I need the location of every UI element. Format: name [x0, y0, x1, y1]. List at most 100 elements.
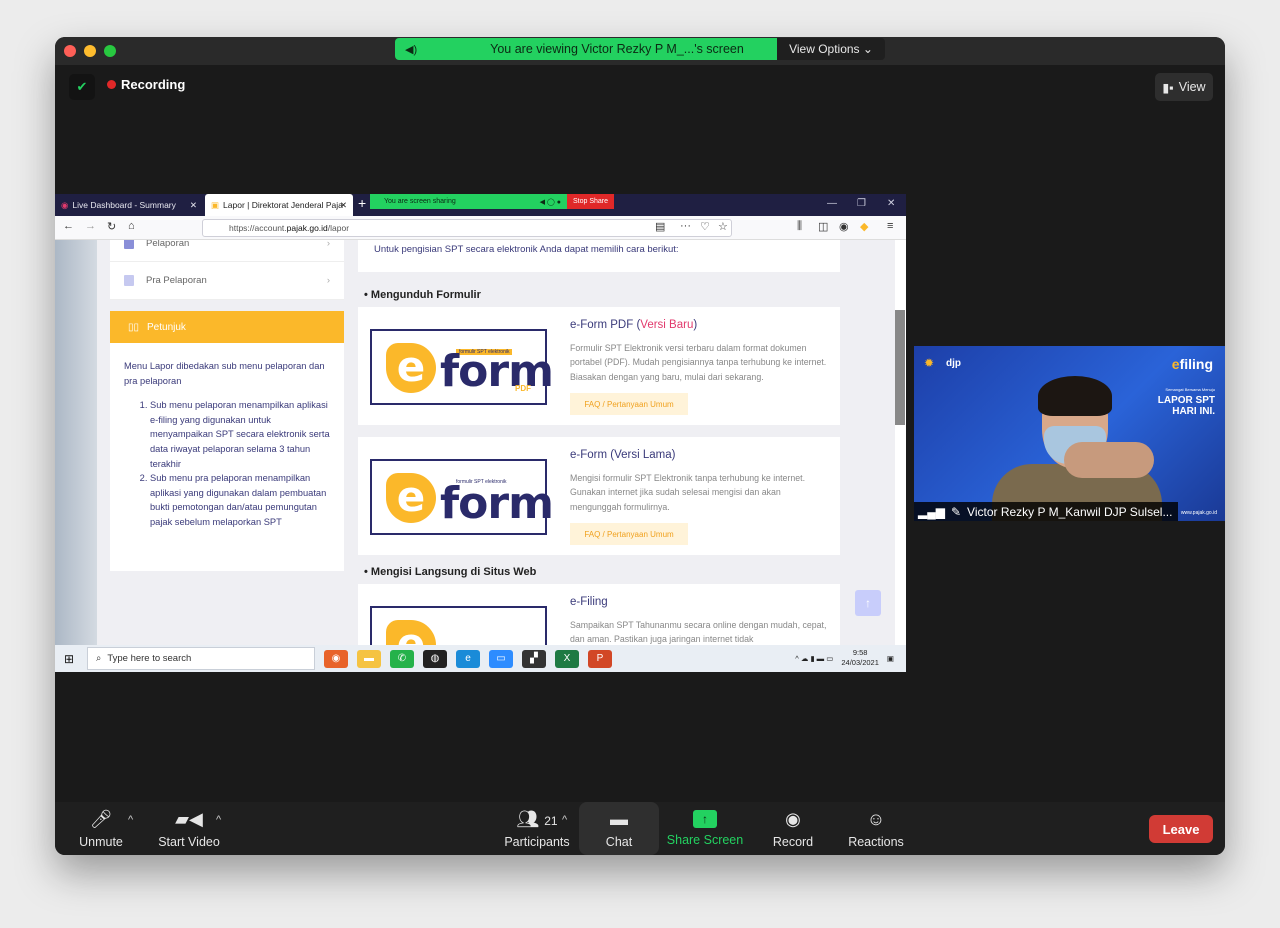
efiling-logo: e	[370, 606, 547, 645]
view-options-button[interactable]: View Options ⌄	[777, 38, 885, 60]
url-bar[interactable]: https://account. pajak.go.id/lapor	[202, 219, 732, 237]
tab-lapor[interactable]: ▣ Lapor | Direktorat Jenderal Paja ✕	[205, 194, 353, 216]
card-title[interactable]: e-Form PDF (Versi Baru)	[570, 319, 697, 331]
minimize-window-button[interactable]	[84, 45, 96, 57]
card-title[interactable]: e-Form (Versi Lama)	[570, 449, 675, 461]
clock-date: 24/03/2021	[841, 658, 879, 667]
reactions-label: Reactions	[848, 835, 904, 849]
excel-icon[interactable]: X	[555, 649, 579, 668]
close-icon[interactable]: ✕	[887, 198, 895, 209]
taskbar-search[interactable]: ⌕ Type here to search	[87, 647, 315, 670]
faq-button[interactable]: FAQ / Pertanyaan Umum	[570, 523, 688, 545]
forward-icon[interactable]: →	[85, 220, 96, 232]
minimize-icon[interactable]: —	[827, 198, 837, 209]
muted-microphone-icon: 🎤︎	[89, 809, 113, 829]
eform-lama-card: e formulir SPT elektronik form e-Form (V…	[358, 437, 840, 555]
menu-icon[interactable]: ≡	[887, 220, 893, 232]
logo-word: form	[440, 346, 554, 397]
edge-icon[interactable]: e	[456, 649, 480, 668]
efiling-logo: efiling	[1172, 356, 1213, 372]
more-icon[interactable]: ···	[680, 220, 691, 232]
library-icon[interactable]: ⫼	[797, 220, 802, 233]
leave-button[interactable]: Leave	[1149, 815, 1213, 843]
security-shield-icon[interactable]: ✔	[69, 74, 95, 100]
faq-button[interactable]: FAQ / Pertanyaan Umum	[570, 393, 688, 415]
shared-screen: ◉ Live Dashboard - Summary ✕ ▣ Lapor | D…	[55, 194, 906, 672]
share-screen-button[interactable]: ↑ Share Screen	[665, 802, 745, 855]
pocket-icon[interactable]: ♡	[700, 220, 710, 233]
video-off-icon: ▰◀	[175, 809, 203, 829]
file-explorer-icon[interactable]: ▬	[357, 649, 381, 668]
zoom-icon[interactable]: ▭	[489, 649, 513, 668]
participants-button[interactable]: 👥︎ 21 Participants	[489, 802, 585, 855]
card-description: Sampaikan SPT Tahunanmu secara online de…	[570, 620, 827, 645]
close-tab-icon[interactable]: ✕	[340, 200, 347, 211]
scrollbar-thumb[interactable]	[895, 310, 905, 425]
firefox-icon[interactable]: ◉	[324, 649, 348, 668]
efiling-card: e e-Filing Sampaikan SPT Tahunanmu secar…	[358, 584, 840, 645]
system-tray: ^ ☁ ▮ ▬ ▭ 9:58 24/03/2021 ▣	[795, 648, 894, 668]
sharing-controls-icon[interactable]: ◀︎ ◯ ●	[540, 198, 561, 206]
title-end: )	[693, 319, 698, 331]
powerpoint-icon[interactable]: P	[588, 649, 612, 668]
participant-video[interactable]: ✹ djp efiling Semangat Bersama Menuju LA…	[914, 346, 1225, 521]
app-icon[interactable]: ▞	[522, 649, 546, 668]
meeting-toolbar: 🎤︎ Unmute ^ ▰◀ Start Video ^ 👥︎ 21 Parti…	[55, 802, 1225, 855]
sidebar-icon[interactable]: ◫	[818, 220, 828, 233]
lapor-sidebar-menu: Pelaporan › Pra Pelaporan ›	[110, 240, 344, 300]
chat-button[interactable]: ▬ Chat	[579, 802, 659, 855]
record-dot-icon	[107, 80, 116, 89]
notification-icon[interactable]: ▣	[887, 654, 894, 663]
chevron-right-icon: ›	[326, 240, 330, 249]
card-title[interactable]: e-Filing	[570, 596, 608, 608]
back-icon[interactable]: ←	[63, 220, 74, 232]
tab-favicon-icon: ▣	[211, 199, 220, 210]
close-window-button[interactable]	[64, 45, 76, 57]
scroll-to-top-button[interactable]: ↑	[855, 590, 881, 616]
reload-icon[interactable]: ↻	[107, 220, 116, 233]
chevron-up-icon[interactable]: ^	[128, 814, 133, 826]
page-scrollbar[interactable]	[895, 240, 906, 645]
extension-icon[interactable]: ◆	[860, 220, 868, 233]
efiling-text: filing	[1179, 356, 1213, 372]
tab-live-dashboard[interactable]: ◉ Live Dashboard - Summary ✕	[55, 194, 203, 216]
intro-card: Untuk pengisian SPT secara elektronik An…	[358, 240, 840, 272]
restore-icon[interactable]: ❐	[857, 198, 866, 209]
home-icon[interactable]: ⌂	[128, 220, 135, 232]
viewing-banner-text: You are viewing Victor Rezky P M_...'s s…	[490, 42, 744, 56]
participants-label: Participants	[504, 835, 570, 849]
new-tab-icon[interactable]: +	[358, 195, 366, 211]
search-icon: ⌕	[96, 653, 102, 664]
tagline-small: Semangat Bersama Menuju	[1165, 387, 1215, 392]
record-icon: ◉	[785, 809, 801, 829]
sidebar-item-pra-pelaporan[interactable]: Pra Pelaporan ›	[110, 262, 344, 300]
zoom-window: ◀︎) You are viewing Victor Rezky P M_...…	[55, 37, 1225, 855]
clock[interactable]: 9:58 24/03/2021	[841, 648, 879, 668]
chevron-up-icon[interactable]: ^	[216, 814, 221, 826]
sidebar-item-label: Pelaporan	[146, 240, 190, 249]
reactions-button[interactable]: ☺ Reactions	[843, 802, 909, 855]
bookmark-star-icon[interactable]: ☆	[718, 220, 728, 233]
account-icon[interactable]: ◉	[839, 220, 849, 233]
windows-start-icon[interactable]: ⊞	[55, 652, 83, 666]
whatsapp-icon[interactable]: ✆	[390, 649, 414, 668]
close-tab-icon[interactable]: ✕	[190, 200, 197, 211]
chevron-up-icon[interactable]: ^	[562, 814, 567, 826]
petunjuk-body: Menu Lapor dibedakan sub menu pelaporan …	[110, 343, 344, 571]
start-video-button[interactable]: ▰◀ Start Video	[155, 802, 223, 855]
view-button-label: View	[1178, 80, 1206, 94]
unmute-button[interactable]: 🎤︎ Unmute	[75, 802, 127, 855]
record-button[interactable]: ◉ Record	[765, 802, 821, 855]
stop-share-button[interactable]: Stop Share	[566, 194, 614, 209]
tray-icons[interactable]: ^ ☁ ▮ ▬ ▭	[795, 654, 833, 663]
reader-icon[interactable]: ▤	[655, 220, 665, 233]
book-icon: ▯▯	[128, 321, 140, 333]
zoom-window-button[interactable]	[104, 45, 116, 57]
view-button[interactable]: ▮▪ View	[1155, 73, 1213, 101]
kemenkeu-logo-icon: ✹	[924, 356, 935, 370]
sidebar-item-pelaporan[interactable]: Pelaporan ›	[110, 240, 344, 262]
app-icon[interactable]: ◍	[423, 649, 447, 668]
unmute-label: Unmute	[79, 835, 123, 849]
chevron-right-icon: ›	[326, 275, 330, 286]
windows-taskbar: ⊞ ⌕ Type here to search ◉ ▬ ✆ ◍ e ▭ ▞ X …	[55, 645, 906, 672]
